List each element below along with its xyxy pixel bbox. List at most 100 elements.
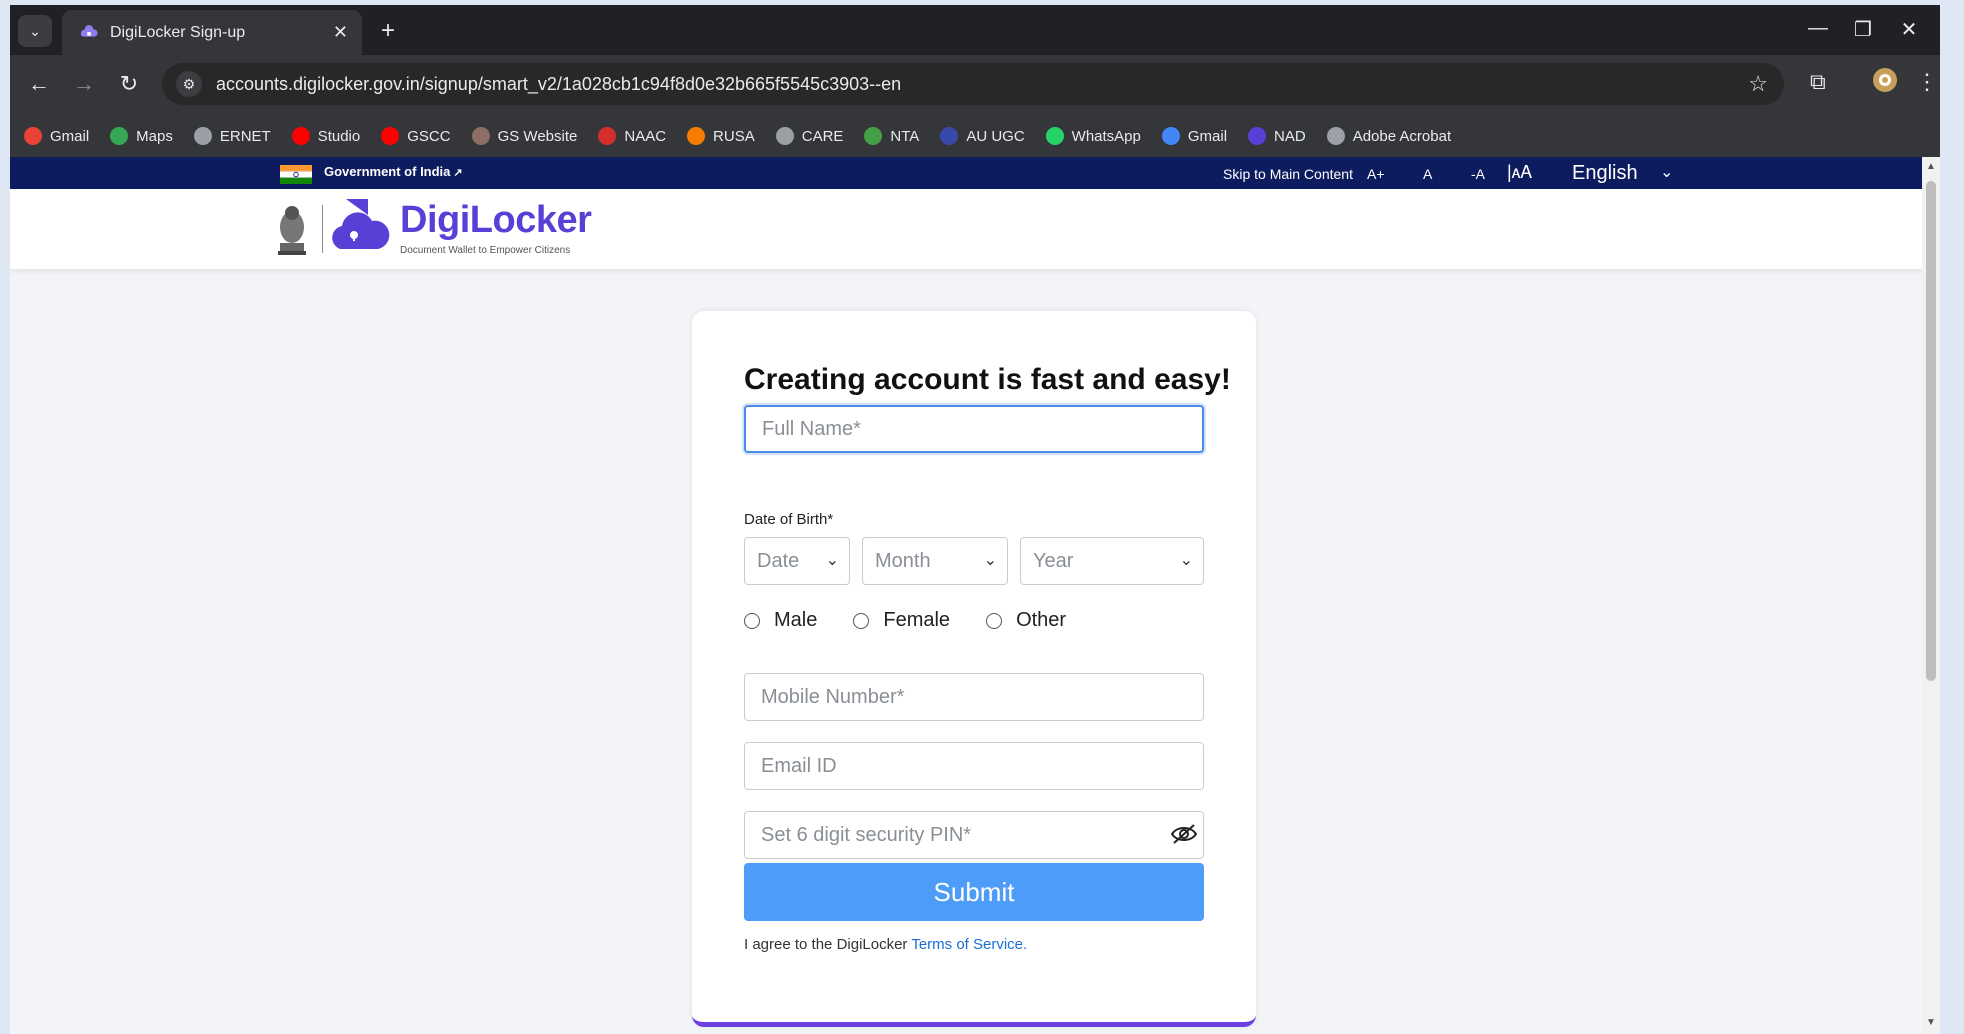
full-name-input[interactable] xyxy=(744,405,1204,453)
security-pin-input[interactable] xyxy=(744,811,1204,859)
tab-search-icon[interactable]: ⌄ xyxy=(18,15,52,47)
scroll-down-icon[interactable]: ▼ xyxy=(1926,1017,1936,1028)
globe-icon xyxy=(1326,127,1345,145)
bookmark-star-icon[interactable]: ☆ xyxy=(1748,71,1768,97)
bookmarks-bar: Gmail Maps ERNET Studio GSCC GS Website NAAC RU… xyxy=(10,115,1940,157)
bookmark-rusa[interactable]: RUSA xyxy=(687,127,755,145)
tab-close-icon[interactable]: ✕ xyxy=(333,22,348,43)
bookmark-gmail[interactable]: Gmail xyxy=(1161,127,1227,145)
gmail-icon xyxy=(24,127,42,145)
date-select[interactable]: Date ⌄ xyxy=(744,537,850,585)
youtube-icon xyxy=(381,127,400,145)
terms-text: I agree to the DigiLocker Terms of Servi… xyxy=(744,936,1028,953)
bookmark-gmail[interactable]: Gmail xyxy=(24,127,89,145)
dob-label: Date of Birth* xyxy=(744,511,834,528)
bookmark-whatsapp[interactable]: WhatsApp xyxy=(1045,127,1141,145)
youtube-icon xyxy=(291,127,310,145)
site-info-icon[interactable]: ⚙ xyxy=(176,71,202,97)
radio-circle[interactable] xyxy=(986,612,1003,629)
brand-tagline: Document Wallet to Empower Citizens xyxy=(400,245,571,256)
bookmark-nta[interactable]: NTA xyxy=(864,127,919,145)
font-normal-button[interactable]: A xyxy=(1423,166,1432,182)
submit-button[interactable]: Submit xyxy=(744,863,1204,921)
india-flag-icon xyxy=(280,165,312,184)
page-viewport: Government of India ↗ Skip to Main Conten… xyxy=(10,157,1940,1034)
digilocker-logo-icon xyxy=(332,199,390,249)
bookmark-au-ugc[interactable]: AU UGC xyxy=(940,127,1025,145)
maps-icon xyxy=(110,127,129,145)
gender-other-radio[interactable]: Other xyxy=(986,609,1066,632)
bookmark-care[interactable]: CARE xyxy=(775,127,843,145)
reload-icon[interactable]: ↻ xyxy=(114,71,144,97)
national-emblem-icon xyxy=(278,206,306,255)
signup-card: Creating account is fast and easy! Date … xyxy=(692,311,1256,1027)
bookmark-maps[interactable]: Maps xyxy=(110,127,173,145)
url-text: accounts.digilocker.gov.in/signup/smart_… xyxy=(216,73,902,94)
profile-avatar[interactable] xyxy=(1872,67,1898,99)
nta-icon xyxy=(864,127,883,145)
eye-slash-icon[interactable] xyxy=(1170,823,1198,845)
menu-kebab-icon[interactable]: ⋮ xyxy=(1916,69,1938,95)
browser-window: ⌄ DigiLocker Sign-up ✕ + — ❐ ✕ ← → ↻ ⚙ a… xyxy=(10,5,1940,1034)
address-bar[interactable]: ⚙ accounts.digilocker.gov.in/signup/smar… xyxy=(162,63,1784,105)
mobile-number-input[interactable] xyxy=(744,673,1204,721)
month-select-value: Month xyxy=(875,549,931,572)
government-of-india-link[interactable]: Government of India ↗ xyxy=(324,164,463,179)
gender-male-radio[interactable]: Male xyxy=(744,609,817,632)
whatsapp-icon xyxy=(1045,127,1064,145)
radio-circle[interactable] xyxy=(853,612,870,629)
minimize-icon[interactable]: — xyxy=(1803,17,1833,40)
naac-icon xyxy=(598,127,617,145)
restore-icon[interactable]: ❐ xyxy=(1848,17,1878,42)
gs-icon xyxy=(471,127,490,145)
globe-icon xyxy=(775,127,794,145)
bookmark-gscc[interactable]: GSCC xyxy=(381,127,451,145)
browser-tab-active[interactable]: DigiLocker Sign-up ✕ xyxy=(62,10,362,55)
bookmark-studio[interactable]: Studio xyxy=(291,127,360,145)
brand-name: DigiLocker xyxy=(400,199,592,241)
terms-of-service-link[interactable]: Terms of Service. xyxy=(911,936,1027,953)
digilocker-favicon-icon xyxy=(80,24,98,37)
bookmark-naac[interactable]: NAAC xyxy=(598,127,666,145)
radio-circle[interactable] xyxy=(744,612,760,629)
translate-icon[interactable]: |🗚 xyxy=(1507,162,1532,183)
rusa-icon xyxy=(687,127,706,145)
bookmark-adobe-acrobat[interactable]: Adobe Acrobat xyxy=(1326,127,1451,145)
page-scrollbar[interactable]: ▲ ▼ xyxy=(1922,157,1940,1034)
chevron-down-icon[interactable]: ⌄ xyxy=(1660,162,1673,182)
header-divider xyxy=(322,205,323,253)
ugc-icon xyxy=(940,127,959,145)
globe-icon xyxy=(193,127,212,145)
forward-icon[interactable]: → xyxy=(69,71,99,97)
language-select[interactable]: English xyxy=(1572,162,1638,185)
site-header: DigiLocker Document Wallet to Empower Ci… xyxy=(10,189,1940,269)
font-decrease-button[interactable]: -A xyxy=(1471,166,1485,182)
back-icon[interactable]: ← xyxy=(24,71,54,97)
skip-to-main-link[interactable]: Skip to Main Content xyxy=(1223,166,1353,182)
external-link-icon: ↗ xyxy=(453,167,463,179)
bookmark-nad[interactable]: NAD xyxy=(1248,127,1306,145)
google-icon xyxy=(1161,127,1180,145)
month-select[interactable]: Month ⌄ xyxy=(862,537,1008,585)
chevron-down-icon: ⌄ xyxy=(1179,552,1193,569)
bookmark-gs-website[interactable]: GS Website xyxy=(471,127,577,145)
government-bar: Government of India ↗ Skip to Main Conten… xyxy=(10,157,1940,189)
new-tab-button[interactable]: + xyxy=(374,17,402,45)
year-select[interactable]: Year ⌄ xyxy=(1020,537,1204,585)
gender-female-radio[interactable]: Female xyxy=(853,609,950,632)
form-title: Creating account is fast and easy! xyxy=(744,363,1231,396)
scroll-thumb[interactable] xyxy=(1926,181,1936,681)
bookmark-ernet[interactable]: ERNET xyxy=(193,127,271,145)
year-select-value: Year xyxy=(1033,549,1074,572)
chevron-down-icon: ⌄ xyxy=(983,552,997,569)
tab-title: DigiLocker Sign-up xyxy=(110,23,246,41)
gender-radio-group: Male Female Other xyxy=(744,609,1102,632)
digilocker-icon xyxy=(1248,127,1267,145)
scroll-up-icon[interactable]: ▲ xyxy=(1926,161,1936,172)
close-window-icon[interactable]: ✕ xyxy=(1894,17,1924,42)
extensions-icon[interactable]: ⧉ xyxy=(1810,69,1826,95)
font-increase-button[interactable]: A+ xyxy=(1367,166,1385,182)
tab-strip: ⌄ DigiLocker Sign-up ✕ + — ❐ ✕ xyxy=(10,5,1940,55)
chevron-down-icon: ⌄ xyxy=(825,552,839,569)
email-input[interactable] xyxy=(744,742,1204,790)
